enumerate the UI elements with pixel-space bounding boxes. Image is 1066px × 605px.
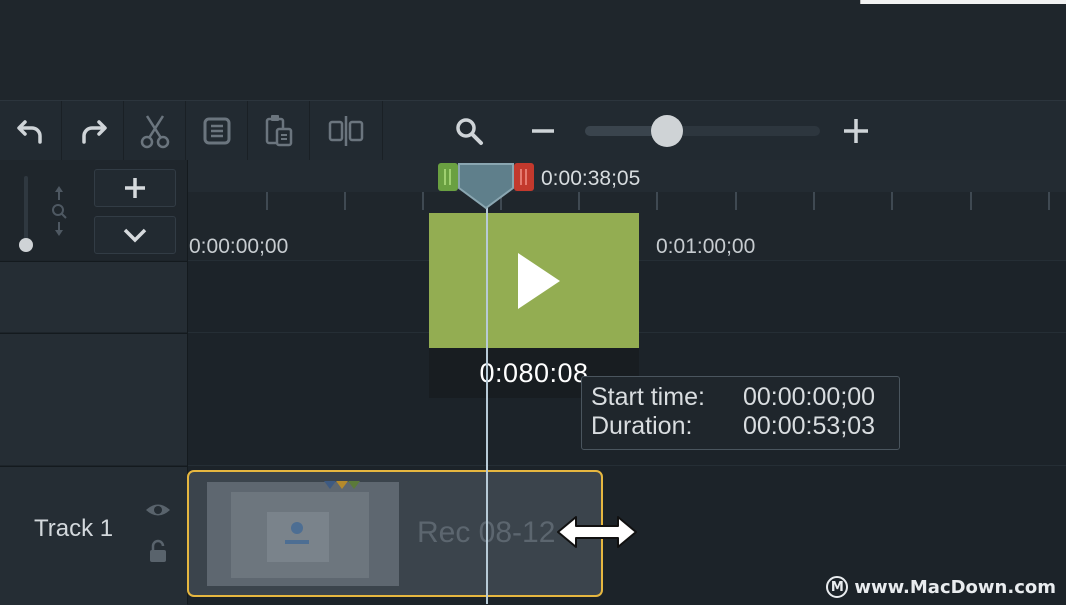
watermark-text: www.MacDown.com	[854, 576, 1056, 598]
cut-button[interactable]	[124, 101, 186, 161]
track-header-3	[0, 261, 187, 332]
start-time-row: Start time: 00:00:00;00	[591, 383, 875, 412]
search-icon	[456, 118, 483, 145]
ruler-tick	[578, 192, 580, 210]
ruler-tick	[813, 192, 815, 210]
zoom-in-icon	[844, 119, 868, 143]
add-track-button[interactable]	[94, 169, 176, 207]
duration-row: Duration: 00:00:53;03	[591, 412, 875, 441]
zoom-out-icon	[532, 129, 554, 133]
undo-icon	[16, 120, 42, 144]
ruler-tick	[266, 192, 268, 210]
duration-value: 00:00:53;03	[743, 412, 876, 440]
track-controls-area	[0, 160, 187, 260]
duration-label: Duration:	[591, 412, 693, 440]
out-point-marker[interactable]	[514, 163, 534, 191]
ruler-tick	[891, 192, 893, 210]
paste-button[interactable]	[248, 101, 310, 161]
ruler-tick	[1048, 192, 1050, 210]
add-icon	[125, 178, 145, 198]
ruler-label-start: 0:00:00;00	[189, 235, 289, 258]
playhead-time: 0:00:38;05	[541, 167, 641, 190]
clip-marker-dots	[320, 478, 364, 489]
resize-arrow-icon	[557, 516, 637, 548]
start-time-value: 00:00:00;00	[743, 383, 876, 411]
eye-icon	[146, 504, 170, 516]
watermark: M www.MacDown.com	[826, 576, 1056, 598]
track-height-slider[interactable]	[19, 176, 33, 256]
ruler-tick	[422, 192, 424, 210]
ruler-tick	[970, 192, 972, 210]
track-options-button[interactable]	[94, 216, 176, 254]
ruler-tick	[656, 192, 658, 210]
watermark-logo: M	[826, 576, 849, 598]
playhead-line[interactable]	[486, 200, 488, 604]
track-zoom-icon	[48, 184, 70, 245]
track-visibility-button[interactable]	[144, 501, 172, 524]
zoom-in-button[interactable]	[840, 115, 872, 152]
ruler-label-one-minute: 0:01:00;00	[656, 235, 756, 258]
lock-icon	[150, 539, 166, 562]
track-header-1: Track 1	[0, 466, 187, 605]
playhead-handle[interactable]	[456, 162, 516, 212]
cut-icon	[140, 115, 169, 149]
undo-button[interactable]	[0, 101, 62, 161]
zoom-out-button[interactable]	[528, 116, 558, 151]
ruler-tick	[344, 192, 346, 210]
chevron-down-icon	[123, 228, 147, 243]
top-bar	[0, 0, 1066, 101]
zoom-slider[interactable]	[585, 126, 820, 136]
copy-icon	[203, 117, 230, 145]
track-label: Track 1	[34, 515, 114, 542]
zoom-slider-handle[interactable]	[651, 115, 684, 147]
start-time-label: Start time:	[591, 383, 705, 411]
video-preview[interactable]	[429, 213, 639, 348]
copy-button[interactable]	[186, 101, 248, 161]
clip-thumbnail	[207, 482, 399, 586]
split-icon	[328, 116, 364, 146]
zoom-search-button[interactable]	[452, 114, 488, 153]
paste-icon	[265, 115, 292, 147]
top-right-panel-edge	[860, 0, 1066, 4]
track-lock-button[interactable]	[148, 539, 168, 568]
media-clip[interactable]: Rec 08-12	[187, 470, 603, 597]
clip-info-tooltip: Start time: 00:00:00;00 Duration: 00:00:…	[581, 376, 900, 450]
track-header-2	[0, 333, 187, 465]
play-icon	[518, 253, 560, 309]
split-button[interactable]	[310, 101, 383, 161]
in-point-marker[interactable]	[438, 163, 458, 191]
redo-icon	[81, 120, 107, 144]
redo-button[interactable]	[62, 101, 124, 161]
ruler-tick	[735, 192, 737, 210]
